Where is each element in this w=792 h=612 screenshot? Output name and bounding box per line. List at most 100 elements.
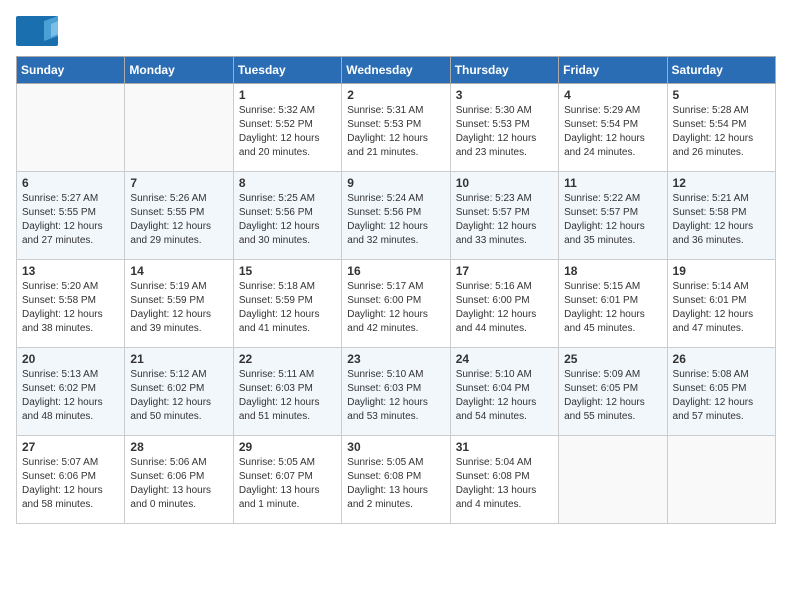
calendar-cell: 21 Sunrise: 5:12 AM Sunset: 6:02 PM Dayli… xyxy=(125,348,233,436)
day-number: 21 xyxy=(130,352,227,366)
calendar-cell: 18 Sunrise: 5:15 AM Sunset: 6:01 PM Dayli… xyxy=(559,260,667,348)
calendar-cell: 17 Sunrise: 5:16 AM Sunset: 6:00 PM Dayli… xyxy=(450,260,558,348)
calendar-cell: 10 Sunrise: 5:23 AM Sunset: 5:57 PM Dayli… xyxy=(450,172,558,260)
day-number: 22 xyxy=(239,352,336,366)
day-info: Sunrise: 5:07 AM Sunset: 6:06 PM Dayligh… xyxy=(22,456,119,512)
day-number: 20 xyxy=(22,352,119,366)
day-info: Sunrise: 5:12 AM Sunset: 6:02 PM Dayligh… xyxy=(130,368,227,424)
day-header-sunday: Sunday xyxy=(17,57,125,84)
day-number: 13 xyxy=(22,264,119,278)
day-header-thursday: Thursday xyxy=(450,57,558,84)
calendar-table: SundayMondayTuesdayWednesdayThursdayFrid… xyxy=(16,56,776,524)
calendar-cell: 30 Sunrise: 5:05 AM Sunset: 6:08 PM Dayli… xyxy=(342,436,450,524)
calendar-cell: 9Sunrise: 5:24 AM Sunset: 5:56 PM Daylig… xyxy=(342,172,450,260)
day-number: 30 xyxy=(347,440,444,454)
day-number: 26 xyxy=(673,352,770,366)
calendar-cell: 7 Sunrise: 5:26 AM Sunset: 5:55 PM Daylig… xyxy=(125,172,233,260)
calendar-cell: 8 Sunrise: 5:25 AM Sunset: 5:56 PM Daylig… xyxy=(233,172,341,260)
day-number: 27 xyxy=(22,440,119,454)
calendar-cell: 11 Sunrise: 5:22 AM Sunset: 5:57 PM Dayli… xyxy=(559,172,667,260)
calendar-cell: 25 Sunrise: 5:09 AM Sunset: 6:05 PM Dayli… xyxy=(559,348,667,436)
logo xyxy=(16,16,62,46)
day-number: 24 xyxy=(456,352,553,366)
day-info: Sunrise: 5:05 AM Sunset: 6:07 PM Dayligh… xyxy=(239,456,336,512)
day-info: Sunrise: 5:19 AM Sunset: 5:59 PM Dayligh… xyxy=(130,280,227,336)
day-number: 15 xyxy=(239,264,336,278)
day-info: Sunrise: 5:20 AM Sunset: 5:58 PM Dayligh… xyxy=(22,280,119,336)
day-info: Sunrise: 5:26 AM Sunset: 5:55 PM Dayligh… xyxy=(130,192,227,248)
day-info: Sunrise: 5:16 AM Sunset: 6:00 PM Dayligh… xyxy=(456,280,553,336)
day-number: 8 xyxy=(239,176,336,190)
day-number: 29 xyxy=(239,440,336,454)
day-number: 14 xyxy=(130,264,227,278)
day-info: Sunrise: 5:11 AM Sunset: 6:03 PM Dayligh… xyxy=(239,368,336,424)
day-info: Sunrise: 5:32 AM Sunset: 5:52 PM Dayligh… xyxy=(239,104,336,160)
calendar-cell: 24 Sunrise: 5:10 AM Sunset: 6:04 PM Dayli… xyxy=(450,348,558,436)
day-number: 2 xyxy=(347,88,444,102)
week-row-4: 20 Sunrise: 5:13 AM Sunset: 6:02 PM Dayli… xyxy=(17,348,776,436)
day-info: Sunrise: 5:23 AM Sunset: 5:57 PM Dayligh… xyxy=(456,192,553,248)
day-header-monday: Monday xyxy=(125,57,233,84)
calendar-cell xyxy=(125,84,233,172)
day-info: Sunrise: 5:25 AM Sunset: 5:56 PM Dayligh… xyxy=(239,192,336,248)
day-info: Sunrise: 5:27 AM Sunset: 5:55 PM Dayligh… xyxy=(22,192,119,248)
day-info: Sunrise: 5:30 AM Sunset: 5:53 PM Dayligh… xyxy=(456,104,553,160)
day-info: Sunrise: 5:10 AM Sunset: 6:04 PM Dayligh… xyxy=(456,368,553,424)
calendar-cell: 27 Sunrise: 5:07 AM Sunset: 6:06 PM Dayli… xyxy=(17,436,125,524)
day-number: 4 xyxy=(564,88,661,102)
page-header xyxy=(16,16,776,46)
calendar-cell: 12 Sunrise: 5:21 AM Sunset: 5:58 PM Dayli… xyxy=(667,172,775,260)
day-info: Sunrise: 5:31 AM Sunset: 5:53 PM Dayligh… xyxy=(347,104,444,160)
calendar-cell: 5Sunrise: 5:28 AM Sunset: 5:54 PM Daylig… xyxy=(667,84,775,172)
calendar-cell: 23 Sunrise: 5:10 AM Sunset: 6:03 PM Dayli… xyxy=(342,348,450,436)
day-number: 11 xyxy=(564,176,661,190)
day-header-wednesday: Wednesday xyxy=(342,57,450,84)
day-number: 10 xyxy=(456,176,553,190)
day-number: 19 xyxy=(673,264,770,278)
calendar-cell: 3Sunrise: 5:30 AM Sunset: 5:53 PM Daylig… xyxy=(450,84,558,172)
calendar-cell xyxy=(559,436,667,524)
day-info: Sunrise: 5:24 AM Sunset: 5:56 PM Dayligh… xyxy=(347,192,444,248)
calendar-cell: 15 Sunrise: 5:18 AM Sunset: 5:59 PM Dayli… xyxy=(233,260,341,348)
day-info: Sunrise: 5:22 AM Sunset: 5:57 PM Dayligh… xyxy=(564,192,661,248)
calendar-cell: 14 Sunrise: 5:19 AM Sunset: 5:59 PM Dayli… xyxy=(125,260,233,348)
calendar-cell: 19 Sunrise: 5:14 AM Sunset: 6:01 PM Dayli… xyxy=(667,260,775,348)
calendar-cell: 1 Sunrise: 5:32 AM Sunset: 5:52 PM Daylig… xyxy=(233,84,341,172)
day-number: 6 xyxy=(22,176,119,190)
day-info: Sunrise: 5:14 AM Sunset: 6:01 PM Dayligh… xyxy=(673,280,770,336)
calendar-cell: 20 Sunrise: 5:13 AM Sunset: 6:02 PM Dayli… xyxy=(17,348,125,436)
day-number: 16 xyxy=(347,264,444,278)
day-info: Sunrise: 5:13 AM Sunset: 6:02 PM Dayligh… xyxy=(22,368,119,424)
day-info: Sunrise: 5:08 AM Sunset: 6:05 PM Dayligh… xyxy=(673,368,770,424)
calendar-cell: 26 Sunrise: 5:08 AM Sunset: 6:05 PM Dayli… xyxy=(667,348,775,436)
day-info: Sunrise: 5:10 AM Sunset: 6:03 PM Dayligh… xyxy=(347,368,444,424)
day-number: 17 xyxy=(456,264,553,278)
day-number: 7 xyxy=(130,176,227,190)
day-info: Sunrise: 5:09 AM Sunset: 6:05 PM Dayligh… xyxy=(564,368,661,424)
day-number: 1 xyxy=(239,88,336,102)
week-row-1: 1 Sunrise: 5:32 AM Sunset: 5:52 PM Daylig… xyxy=(17,84,776,172)
day-info: Sunrise: 5:18 AM Sunset: 5:59 PM Dayligh… xyxy=(239,280,336,336)
day-info: Sunrise: 5:04 AM Sunset: 6:08 PM Dayligh… xyxy=(456,456,553,512)
day-number: 18 xyxy=(564,264,661,278)
calendar-cell: 28Sunrise: 5:06 AM Sunset: 6:06 PM Dayli… xyxy=(125,436,233,524)
calendar-cell: 13 Sunrise: 5:20 AM Sunset: 5:58 PM Dayli… xyxy=(17,260,125,348)
day-info: Sunrise: 5:17 AM Sunset: 6:00 PM Dayligh… xyxy=(347,280,444,336)
calendar-cell xyxy=(667,436,775,524)
week-row-3: 13 Sunrise: 5:20 AM Sunset: 5:58 PM Dayli… xyxy=(17,260,776,348)
day-info: Sunrise: 5:05 AM Sunset: 6:08 PM Dayligh… xyxy=(347,456,444,512)
week-row-2: 6 Sunrise: 5:27 AM Sunset: 5:55 PM Daylig… xyxy=(17,172,776,260)
day-info: Sunrise: 5:15 AM Sunset: 6:01 PM Dayligh… xyxy=(564,280,661,336)
calendar-cell: 2 Sunrise: 5:31 AM Sunset: 5:53 PM Daylig… xyxy=(342,84,450,172)
day-info: Sunrise: 5:29 AM Sunset: 5:54 PM Dayligh… xyxy=(564,104,661,160)
day-number: 28 xyxy=(130,440,227,454)
calendar-cell: 16 Sunrise: 5:17 AM Sunset: 6:00 PM Dayli… xyxy=(342,260,450,348)
day-number: 23 xyxy=(347,352,444,366)
day-number: 25 xyxy=(564,352,661,366)
calendar-cell: 22 Sunrise: 5:11 AM Sunset: 6:03 PM Dayli… xyxy=(233,348,341,436)
day-number: 12 xyxy=(673,176,770,190)
day-info: Sunrise: 5:21 AM Sunset: 5:58 PM Dayligh… xyxy=(673,192,770,248)
day-header-saturday: Saturday xyxy=(667,57,775,84)
week-row-5: 27 Sunrise: 5:07 AM Sunset: 6:06 PM Dayli… xyxy=(17,436,776,524)
calendar-cell: 31Sunrise: 5:04 AM Sunset: 6:08 PM Dayli… xyxy=(450,436,558,524)
